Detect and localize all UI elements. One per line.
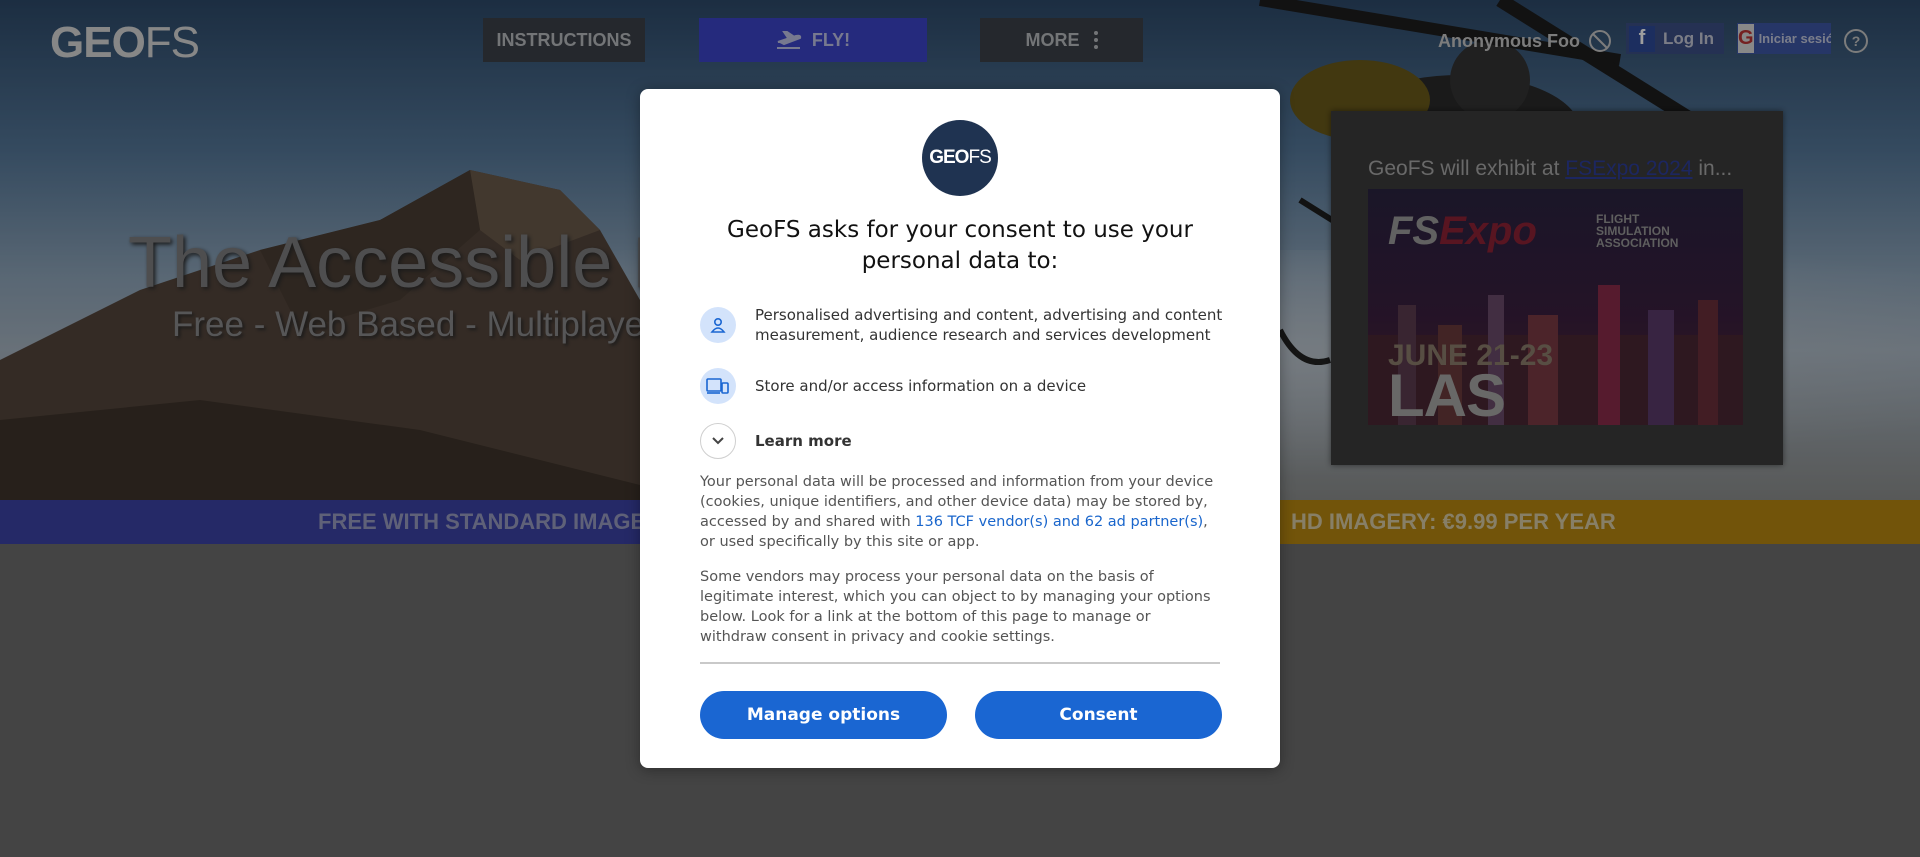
free-imagery-label: FREE WITH STANDARD IMAGERY (318, 509, 675, 534)
learn-more-toggle[interactable]: Learn more (700, 423, 1225, 459)
devices-icon (700, 368, 736, 404)
more-button[interactable]: MORE (980, 18, 1143, 62)
instructions-label: INSTRUCTIONS (496, 29, 632, 50)
consent-paragraph-1: Your personal data will be processed and… (700, 472, 1220, 552)
purpose-item: Store and/or access information on a dev… (700, 368, 1225, 404)
plane-takeoff-icon (776, 31, 801, 49)
consent-dialog: GEO FS GeoFS asks for your consent to use… (640, 89, 1280, 768)
purpose-text: Personalised advertising and content, ad… (755, 306, 1223, 344)
promo-text: GeoFS will exhibit at FSExpo 2024 in... (1368, 157, 1732, 181)
promo-text-prefix: GeoFS will exhibit at (1368, 157, 1566, 180)
learn-more-label: Learn more (755, 432, 852, 450)
facebook-icon: f (1629, 25, 1655, 52)
logo-text-right: FS (144, 18, 200, 67)
fly-label: FLY! (811, 29, 851, 50)
hero-subline: Free - Web Based - Multiplayer (172, 305, 656, 344)
consent-button[interactable]: Consent (975, 691, 1222, 739)
fsexpo-banner[interactable]: FSExpo FLIGHT SIMULATION ASSOCIATION JUN… (1368, 189, 1743, 425)
top-navbar: GEOFS INSTRUCTIONS FLY! MORE Anonymous F… (0, 0, 1920, 80)
person-icon (700, 307, 736, 343)
consent-title: GeoFS asks for your consent to use your … (727, 217, 1193, 274)
kebab-menu-icon (1093, 31, 1098, 49)
manage-options-button[interactable]: Manage options (700, 691, 947, 739)
google-signin-button[interactable]: G Iniciar sesión (1737, 23, 1831, 54)
no-account-icon (1589, 30, 1611, 52)
fly-button[interactable]: FLY! (699, 18, 927, 62)
more-label: MORE (1025, 29, 1080, 50)
instructions-button[interactable]: INSTRUCTIONS (483, 18, 645, 62)
geofs-dialog-logo: GEO FS (922, 120, 998, 196)
svg-text:?: ? (1852, 33, 1861, 49)
purpose-item: Personalised advertising and content, ad… (700, 305, 1225, 345)
help-icon[interactable]: ? (1843, 28, 1869, 54)
consent-paragraph-2: Some vendors may process your personal d… (700, 569, 1211, 645)
chevron-down-icon[interactable] (700, 423, 736, 459)
fsexpo-link[interactable]: FSExpo 2024 (1565, 157, 1692, 180)
divider (700, 662, 1220, 664)
banner-city: LAS VEGAS! (1388, 362, 1506, 425)
google-icon: G (1738, 24, 1754, 53)
user-name-label: Anonymous Foo (1438, 30, 1580, 51)
vendors-link[interactable]: 136 TCF vendor(s) and 62 ad partner(s) (915, 514, 1203, 530)
hd-imagery-label: HD IMAGERY: €9.99 PER YEAR (1291, 509, 1616, 534)
fsexpo-logo: FSExpo (1388, 209, 1537, 253)
facebook-login-label: Log In (1663, 28, 1714, 48)
dialog-logo-left: GEO (929, 147, 969, 168)
geofs-logo[interactable]: GEOFS (50, 18, 200, 68)
purpose-text: Store and/or access information on a dev… (755, 377, 1087, 395)
fsa-logo: FLIGHT SIMULATION ASSOCIATION (1596, 212, 1679, 250)
promo-text-suffix: in... (1692, 157, 1733, 180)
google-signin-label: Iniciar sesión (1758, 31, 1831, 46)
dialog-logo-right: FS (968, 147, 991, 168)
facebook-login-button[interactable]: f Log In (1626, 23, 1724, 54)
user-name[interactable]: Anonymous Foo (1438, 29, 1612, 53)
logo-text-left: GEO (50, 18, 146, 67)
